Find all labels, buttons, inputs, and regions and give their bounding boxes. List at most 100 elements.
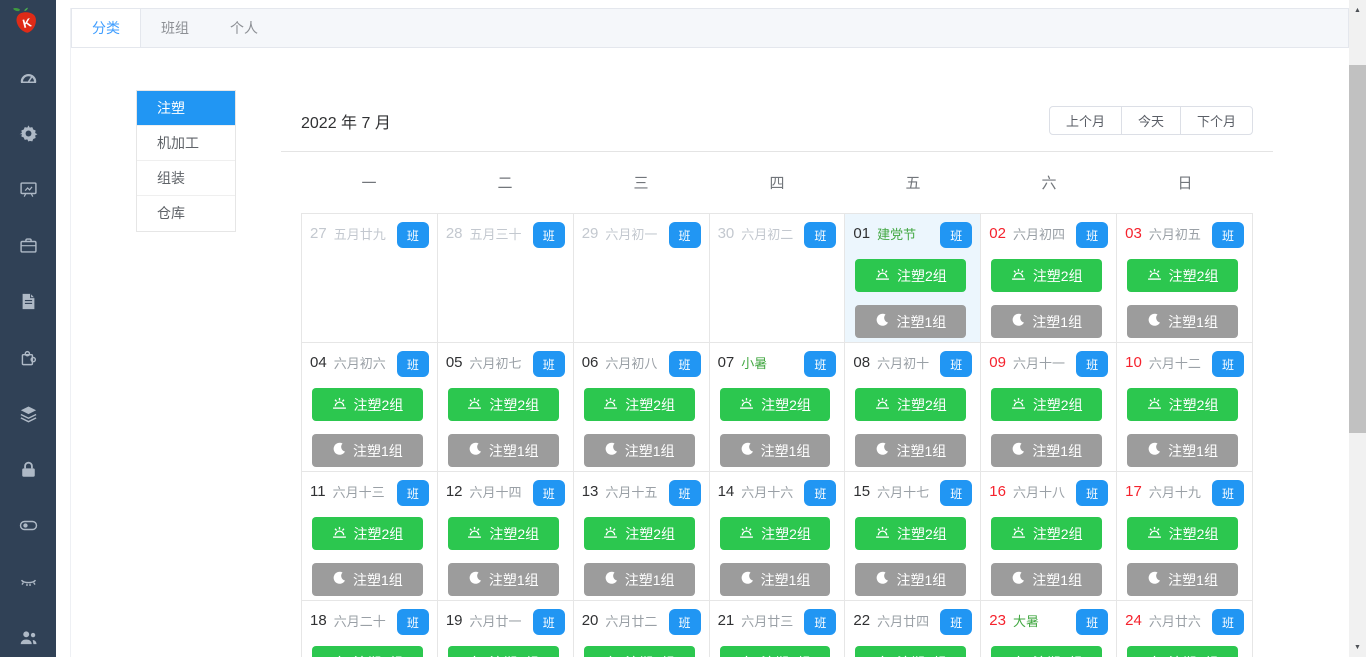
night-shift-button[interactable]: 注塑1组	[719, 434, 831, 467]
work-day-badge[interactable]: 班	[1076, 222, 1109, 248]
work-day-badge[interactable]: 班	[396, 609, 429, 635]
night-shift-button[interactable]: 注塑1组	[855, 563, 967, 596]
calendar-cell[interactable]: 02 六月初四班注塑2组 注塑1组	[981, 214, 1118, 343]
dashboard-icon[interactable]	[19, 68, 38, 87]
calendar-cell[interactable]: 18六月二十班注塑2组注塑1组	[302, 601, 438, 657]
work-day-badge[interactable]: 班	[668, 480, 701, 506]
calendar-cell[interactable]: 13 六月十五班注塑2组 注塑1组	[573, 472, 710, 601]
work-day-badge[interactable]: 班	[396, 480, 429, 506]
night-shift-button[interactable]: 注塑1组	[312, 434, 423, 467]
next-month-button[interactable]: 下个月	[1179, 106, 1253, 135]
work-day-badge[interactable]: 班	[804, 480, 837, 506]
calendar-cell[interactable]: 07 小暑 班注塑2组 注塑1组	[709, 343, 846, 472]
work-day-badge[interactable]: 班	[940, 609, 973, 635]
day-shift-button[interactable]: 注塑2组	[1127, 259, 1238, 292]
category-item-warehouse[interactable]: 仓库	[137, 196, 235, 231]
briefcase-icon[interactable]	[19, 236, 38, 255]
work-day-badge[interactable]: 班	[1212, 609, 1244, 635]
day-shift-button[interactable]: 注塑2组	[447, 517, 559, 550]
day-shift-button[interactable]: 注塑2组	[855, 259, 967, 292]
work-day-badge[interactable]: 班	[396, 351, 429, 377]
work-day-badge[interactable]: 班	[1212, 351, 1244, 377]
calendar-cell[interactable]: 22六月廿四班注塑2组注塑1组	[845, 601, 982, 657]
category-item-injection[interactable]: 注塑	[137, 91, 235, 126]
night-shift-button[interactable]: 注塑1组	[447, 563, 559, 596]
calendar-cell[interactable]: 17 六月十九班注塑2组 注塑1组	[1117, 472, 1253, 601]
tab-category[interactable]: 分类	[72, 9, 141, 47]
night-shift-button[interactable]: 注塑1组	[1127, 563, 1238, 596]
work-day-badge[interactable]: 班	[532, 609, 565, 635]
today-button[interactable]: 今天	[1120, 106, 1181, 135]
work-day-badge[interactable]: 班	[1076, 609, 1109, 635]
app-logo-icon[interactable]: K	[10, 5, 46, 43]
work-day-badge[interactable]: 班	[940, 480, 973, 506]
calendar-cell[interactable]: 10 六月十二班注塑2组 注塑1组	[1117, 343, 1253, 472]
night-shift-button[interactable]: 注塑1组	[583, 563, 695, 596]
calendar-cell[interactable]: 15 六月十七班注塑2组 注塑1组	[845, 472, 982, 601]
night-shift-button[interactable]: 注塑1组	[855, 434, 967, 467]
scrollbar[interactable]: ▲ ▼	[1349, 0, 1366, 657]
day-shift-button[interactable]: 注塑2组	[719, 646, 831, 657]
day-shift-button[interactable]: 注塑2组	[312, 388, 423, 421]
day-shift-button[interactable]: 注塑2组	[719, 388, 831, 421]
day-shift-button[interactable]: 注塑2组	[991, 517, 1103, 550]
night-shift-button[interactable]: 注塑1组	[1127, 305, 1238, 338]
work-day-badge[interactable]: 班	[1076, 351, 1109, 377]
work-day-badge[interactable]: 班	[668, 222, 701, 248]
calendar-cell[interactable]: 23大暑班注塑2组注塑1组	[981, 601, 1118, 657]
calendar-cell[interactable]: 28 五月三十班	[437, 214, 574, 343]
work-day-badge[interactable]: 班	[940, 351, 973, 377]
calendar-cell[interactable]: 21六月廿三班注塑2组注塑1组	[709, 601, 846, 657]
calendar-cell[interactable]: 14 六月十六班注塑2组 注塑1组	[709, 472, 846, 601]
category-item-assembly[interactable]: 组装	[137, 161, 235, 196]
tab-team[interactable]: 班组	[141, 9, 210, 47]
calendar-cell[interactable]: 09 六月十一班注塑2组 注塑1组	[981, 343, 1118, 472]
night-shift-button[interactable]: 注塑1组	[583, 434, 695, 467]
gear-icon[interactable]	[19, 124, 38, 143]
calendar-cell[interactable]: 12 六月十四班注塑2组 注塑1组	[437, 472, 574, 601]
work-day-badge[interactable]: 班	[804, 609, 837, 635]
night-shift-button[interactable]: 注塑1组	[447, 434, 559, 467]
day-shift-button[interactable]: 注塑2组	[719, 517, 831, 550]
day-shift-button[interactable]: 注塑2组	[312, 517, 423, 550]
calendar-cell[interactable]: 16 六月十八班注塑2组 注塑1组	[981, 472, 1118, 601]
night-shift-button[interactable]: 注塑1组	[719, 563, 831, 596]
work-day-badge[interactable]: 班	[532, 480, 565, 506]
calendar-cell[interactable]: 29 六月初一班	[573, 214, 710, 343]
work-day-badge[interactable]: 班	[804, 222, 837, 248]
lock-icon[interactable]	[19, 460, 38, 479]
day-shift-button[interactable]: 注塑2组	[1127, 388, 1238, 421]
day-shift-button[interactable]: 注塑2组	[855, 517, 967, 550]
calendar-cell[interactable]: 06 六月初八班注塑2组 注塑1组	[573, 343, 710, 472]
work-day-badge[interactable]: 班	[940, 222, 973, 248]
day-shift-button[interactable]: 注塑2组	[1127, 646, 1238, 657]
layers-icon[interactable]	[19, 404, 38, 423]
calendar-cell[interactable]: 04 六月初六班注塑2组 注塑1组	[302, 343, 438, 472]
users-icon[interactable]	[19, 628, 38, 647]
work-day-badge[interactable]: 班	[804, 351, 837, 377]
scroll-down-icon[interactable]: ▼	[1349, 639, 1366, 655]
night-shift-button[interactable]: 注塑1组	[312, 563, 423, 596]
document-icon[interactable]	[19, 292, 38, 311]
calendar-cell[interactable]: 30 六月初二班	[709, 214, 846, 343]
day-shift-button[interactable]: 注塑2组	[447, 388, 559, 421]
night-shift-button[interactable]: 注塑1组	[991, 563, 1103, 596]
scrollbar-thumb[interactable]	[1349, 65, 1366, 433]
day-shift-button[interactable]: 注塑2组	[991, 646, 1103, 657]
work-day-badge[interactable]: 班	[532, 222, 565, 248]
night-shift-button[interactable]: 注塑1组	[991, 434, 1103, 467]
toggle-icon[interactable]	[19, 516, 38, 535]
day-shift-button[interactable]: 注塑2组	[855, 646, 967, 657]
eye-closed-icon[interactable]	[19, 572, 38, 591]
calendar-cell[interactable]: 24六月廿六班注塑2组注塑1组	[1117, 601, 1253, 657]
calendar-cell[interactable]: 19六月廿一班注塑2组注塑1组	[437, 601, 574, 657]
work-day-badge[interactable]: 班	[1076, 480, 1109, 506]
work-day-badge[interactable]: 班	[396, 222, 429, 248]
scroll-up-icon[interactable]: ▲	[1349, 2, 1366, 18]
day-shift-button[interactable]: 注塑2组	[447, 646, 559, 657]
day-shift-button[interactable]: 注塑2组	[312, 646, 423, 657]
night-shift-button[interactable]: 注塑1组	[855, 305, 967, 338]
calendar-cell[interactable]: 08 六月初十班注塑2组 注塑1组	[845, 343, 982, 472]
night-shift-button[interactable]: 注塑1组	[1127, 434, 1238, 467]
prev-month-button[interactable]: 上个月	[1048, 106, 1122, 135]
